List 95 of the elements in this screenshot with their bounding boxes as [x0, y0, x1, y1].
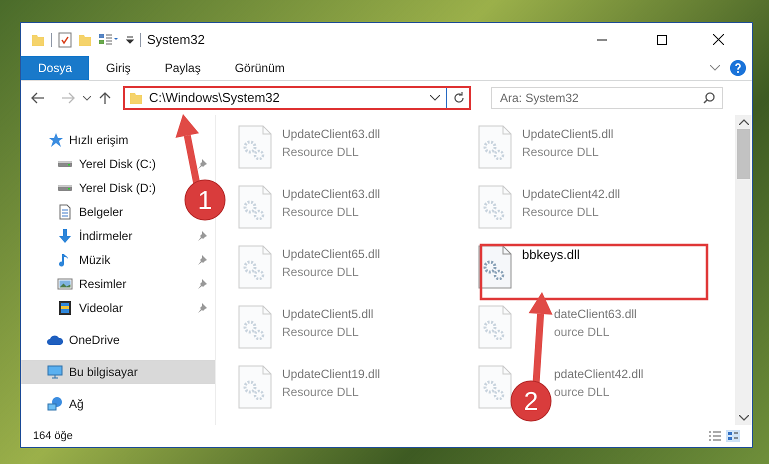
nav-item[interactable]: Bu bilgisayar [21, 360, 215, 384]
maximize-icon[interactable] [657, 34, 667, 44]
nav-item[interactable]: Ağ [21, 392, 92, 416]
file-name[interactable]: UpdateClient63.dll [282, 185, 380, 203]
ribbon-tab[interactable]: Görünüm [218, 56, 302, 80]
file-type: ource DLL [554, 324, 610, 341]
film-icon [57, 300, 73, 316]
file-name[interactable]: UpdateClient5.dll [522, 125, 614, 143]
scroll-up-icon[interactable] [738, 119, 748, 125]
file-type: ource DLL [554, 384, 610, 401]
gear-file-icon [238, 365, 272, 409]
document-icon [57, 204, 73, 220]
recent-dropdown-icon[interactable] [83, 96, 91, 100]
nav-label: Müzik [79, 252, 112, 269]
scroll-down-icon[interactable] [738, 415, 748, 421]
gear-file-icon [478, 125, 512, 169]
chevron-down-icon[interactable] [710, 65, 720, 71]
help-icon[interactable] [730, 60, 746, 76]
view-icon[interactable] [98, 32, 120, 46]
address-field[interactable]: C:\Windows\System32 [123, 86, 471, 110]
back-arrow-icon[interactable] [31, 92, 45, 104]
nav-item[interactable]: Belgeler [21, 200, 132, 224]
nav-item[interactable]: Yerel Disk (D:) [21, 176, 164, 200]
refresh-icon[interactable] [453, 92, 465, 104]
search-field[interactable]: Ara: System32 [491, 87, 723, 109]
nav-label: Ağ [69, 396, 84, 413]
file-name[interactable]: UpdateClient63.dll [282, 125, 380, 143]
file-type: Resource DLL [282, 144, 360, 161]
nav-label: Yerel Disk (D:) [79, 180, 156, 197]
search-icon[interactable] [703, 92, 715, 104]
nav-item[interactable]: Yerel Disk (C:) [21, 152, 215, 176]
ribbon-tab[interactable]: Giriş [89, 56, 148, 80]
gear-file-icon [478, 365, 512, 409]
file-type: Resource DLL [282, 324, 360, 341]
star-icon [47, 132, 63, 148]
nav-item[interactable]: İndirmeler [21, 224, 215, 248]
pin-icon[interactable] [197, 255, 207, 265]
gear-file-icon [238, 245, 272, 289]
address-path: C:\Windows\System32 [149, 89, 281, 108]
nav-label: OneDrive [69, 332, 120, 349]
file-type: Resource DLL [282, 264, 360, 281]
file-name[interactable]: UpdateClient19.dll [282, 365, 380, 383]
up-arrow-icon[interactable] [99, 91, 111, 105]
dropdown-icon[interactable] [430, 95, 440, 101]
properties-icon[interactable] [58, 32, 72, 48]
picture-icon [57, 276, 73, 292]
nav-label: Videolar [79, 300, 124, 317]
monitor-icon [47, 364, 63, 380]
file-type: Resource DLL [522, 204, 600, 221]
nav-item[interactable]: Videolar [21, 296, 215, 320]
file-type: Resource DLL [282, 384, 360, 401]
pin-icon[interactable] [197, 231, 207, 241]
window-title: System32 [147, 30, 205, 49]
ribbon-tab[interactable]: Paylaş [148, 56, 218, 80]
nav-item[interactable]: Müzik [21, 248, 215, 272]
step-badge: 2 [510, 380, 552, 422]
download-arrow-icon [57, 228, 73, 244]
file-type: Resource DLL [522, 144, 600, 161]
network-icon [47, 396, 63, 412]
file-type: Resource DLL [282, 204, 360, 221]
nav-label: İndirmeler [79, 228, 134, 245]
dropdown-icon[interactable] [126, 34, 134, 44]
ribbon-tab[interactable]: Dosya [21, 56, 90, 80]
nav-item[interactable]: Hızlı erişim [21, 128, 136, 152]
scrollbar[interactable] [735, 115, 752, 425]
file-name[interactable]: bbkeys.dll [522, 245, 580, 264]
pin-icon[interactable] [197, 279, 207, 289]
step-badge: 1 [184, 180, 226, 220]
file-name[interactable]: UpdateClient65.dll [282, 245, 380, 263]
details-view-icon[interactable] [708, 430, 722, 442]
folder-icon [129, 91, 143, 105]
file-name[interactable]: dateClient63.dll [554, 305, 637, 323]
scroll-thumb[interactable] [737, 129, 750, 179]
nav-label: Resimler [79, 276, 128, 293]
nav-label: Belgeler [79, 204, 124, 221]
item-count: 164 öğe [33, 428, 74, 444]
nav-label: Hızlı erişim [69, 132, 128, 149]
file-name[interactable]: UpdateClient5.dll [282, 305, 374, 323]
nav-label: Bu bilgisayar [69, 364, 139, 381]
nav-item[interactable]: Resimler [21, 272, 215, 296]
close-icon[interactable] [713, 34, 724, 45]
pin-icon[interactable] [197, 303, 207, 313]
pin-icon[interactable] [197, 159, 207, 169]
gear-file-icon [238, 125, 272, 169]
gear-file-icon [238, 305, 272, 349]
nav-item[interactable]: OneDrive [21, 328, 128, 352]
gear-file-icon [238, 185, 272, 229]
drive-icon [57, 184, 73, 192]
file-name[interactable]: UpdateClient42.dll [522, 185, 620, 203]
drive-icon [57, 160, 73, 168]
nav-label: Yerel Disk (C:) [79, 156, 157, 173]
file-name[interactable]: pdateClient42.dll [554, 365, 644, 383]
tiles-view-icon[interactable] [726, 430, 740, 442]
gear-file-icon [478, 185, 512, 229]
gear-file-icon [478, 305, 512, 349]
